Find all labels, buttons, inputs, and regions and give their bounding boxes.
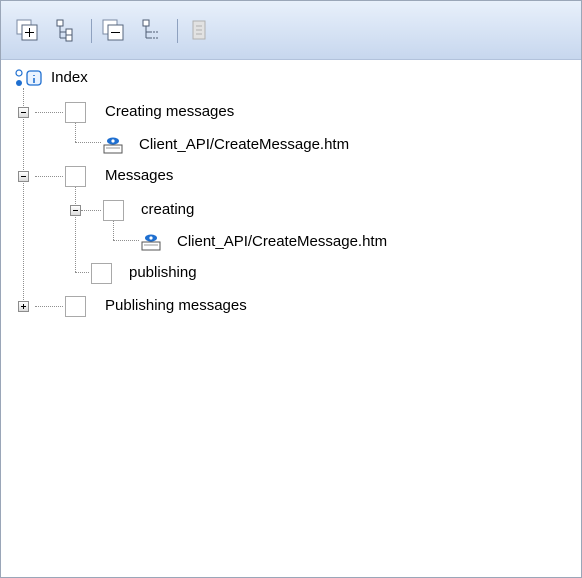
tree-item-publishing[interactable]: publishing (89, 261, 489, 285)
tree-item-label: creating (141, 201, 195, 218)
tree-connector (75, 122, 76, 142)
toolbar (1, 1, 581, 60)
tree-item-label: Client_API/CreateMessage.htm (139, 136, 350, 153)
collapse-all-icon (102, 19, 124, 41)
collapse-toggle[interactable] (18, 107, 29, 118)
toolbar-separator (177, 19, 178, 43)
tree-item-checkbox[interactable] (65, 166, 86, 187)
tree-connector (75, 272, 89, 273)
tree-item-checkbox[interactable] (65, 102, 86, 123)
tree-connector (113, 220, 114, 240)
topic-page-icon (141, 234, 161, 251)
collapse-all-button[interactable] (101, 18, 127, 44)
tree-item-publishing-messages[interactable]: Publishing messages (63, 294, 463, 318)
tree-connector (35, 112, 63, 113)
index-panel: Index Creating messages Client_API/Creat… (0, 0, 582, 578)
tree-item-checkbox[interactable] (65, 296, 86, 317)
tree-root-index[interactable]: Index (13, 66, 313, 90)
toolbar-separator (91, 19, 92, 43)
tree-item-label: Client_API/CreateMessage.htm (177, 233, 388, 250)
tree-connector (75, 186, 76, 272)
tree-item-topic-link[interactable]: Client_API/CreateMessage.htm (101, 133, 501, 157)
tree-item-messages[interactable]: Messages (63, 164, 463, 188)
tree-item-creating-messages[interactable]: Creating messages (63, 100, 463, 124)
tree-root-label: Index (51, 69, 88, 86)
index-tree: Index Creating messages Client_API/Creat… (1, 60, 581, 577)
collapse-toggle[interactable] (70, 205, 81, 216)
tree-connector (35, 176, 63, 177)
show-hierarchy-button[interactable] (53, 18, 79, 44)
tree-item-label: Creating messages (105, 103, 235, 120)
hide-hierarchy-icon (142, 19, 159, 39)
expand-toggle[interactable] (18, 301, 29, 312)
tree-item-creating[interactable]: creating (101, 198, 501, 222)
topic-page-icon (103, 137, 123, 154)
properties-button[interactable] (187, 18, 213, 44)
tree-connector (23, 88, 24, 306)
index-icon (15, 69, 42, 86)
collapse-toggle[interactable] (18, 171, 29, 182)
tree-item-label: Publishing messages (105, 297, 247, 314)
tree-item-label: publishing (129, 264, 197, 281)
tree-item-checkbox[interactable] (91, 263, 112, 284)
properties-icon (192, 20, 206, 40)
tree-connector (75, 142, 101, 143)
tree-item-checkbox[interactable] (103, 200, 124, 221)
expand-all-button[interactable] (15, 18, 41, 44)
tree-connector (113, 240, 139, 241)
tree-item-topic-link[interactable]: Client_API/CreateMessage.htm (139, 230, 539, 254)
tree-item-label: Messages (105, 167, 174, 184)
expand-all-icon (16, 19, 38, 41)
show-hierarchy-icon (56, 19, 73, 42)
hide-hierarchy-button[interactable] (139, 18, 165, 44)
tree-connector (81, 210, 101, 211)
tree-connector (35, 306, 63, 307)
